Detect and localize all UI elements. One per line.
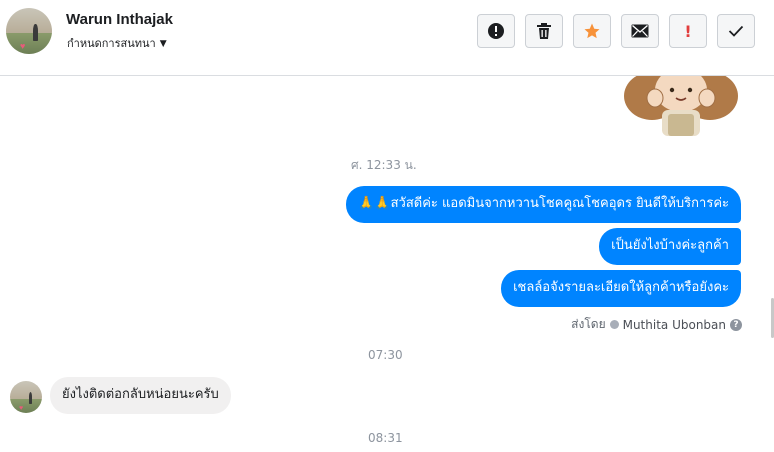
- outgoing-message[interactable]: เป็นยังไงบ้างค่ะลูกค้า: [599, 228, 741, 265]
- sent-by-label: ส่งโดย: [571, 317, 606, 331]
- trash-icon: [537, 23, 551, 39]
- contact-avatar[interactable]: ♥: [6, 8, 52, 54]
- important-button[interactable]: !: [669, 14, 707, 48]
- done-button[interactable]: [717, 14, 755, 48]
- sent-by-line: ส่งโดย Muthita Ubonban ?: [571, 315, 742, 334]
- checkmark-icon: [728, 25, 744, 37]
- exclamation-circle-icon: [488, 23, 504, 39]
- conversation-header: ♥ Warun Inthajak กำหนดการสนทนา ▼ !: [0, 0, 774, 76]
- star-icon: [584, 23, 600, 39]
- delete-button[interactable]: [525, 14, 563, 48]
- mark-unread-button[interactable]: [621, 14, 659, 48]
- outgoing-message[interactable]: เชลล์อจังรายละเอียดให้ลูกค้าหรือยังคะ: [501, 270, 741, 307]
- outgoing-message[interactable]: 🙏🙏สวัสดีค่ะ แอดมินจากหวานโชคคูณโชคอุดร ย…: [346, 186, 741, 223]
- message-timestamp: ศ. 12:33 น.: [351, 158, 417, 172]
- help-icon[interactable]: ?: [730, 318, 742, 331]
- sender-status-icon: [609, 320, 619, 329]
- cartoon-girl-sticker: [622, 76, 740, 136]
- star-button[interactable]: [573, 14, 611, 48]
- scrollbar[interactable]: [770, 76, 774, 452]
- mark-spam-button[interactable]: [477, 14, 515, 48]
- message-timestamp: 08:31: [368, 431, 403, 445]
- message-timestamp: 07:30: [368, 348, 403, 362]
- envelope-icon: [631, 24, 649, 38]
- incoming-message[interactable]: ยังไงติดต่อกลับหน่อยนะครับ: [50, 377, 231, 414]
- contact-avatar-small[interactable]: ♥: [10, 381, 42, 413]
- conversation-schedule-dropdown[interactable]: กำหนดการสนทนา ▼: [67, 34, 167, 52]
- heart-icon: ♥: [20, 41, 26, 51]
- exclamation-icon: !: [684, 21, 692, 41]
- sender-name[interactable]: Muthita Ubonban: [623, 318, 726, 332]
- conversation-schedule-label: กำหนดการสนทนา: [67, 37, 156, 50]
- contact-name[interactable]: Warun Inthajak: [66, 11, 173, 28]
- heart-icon: ♥: [19, 405, 24, 412]
- caret-down-icon: ▼: [159, 39, 167, 49]
